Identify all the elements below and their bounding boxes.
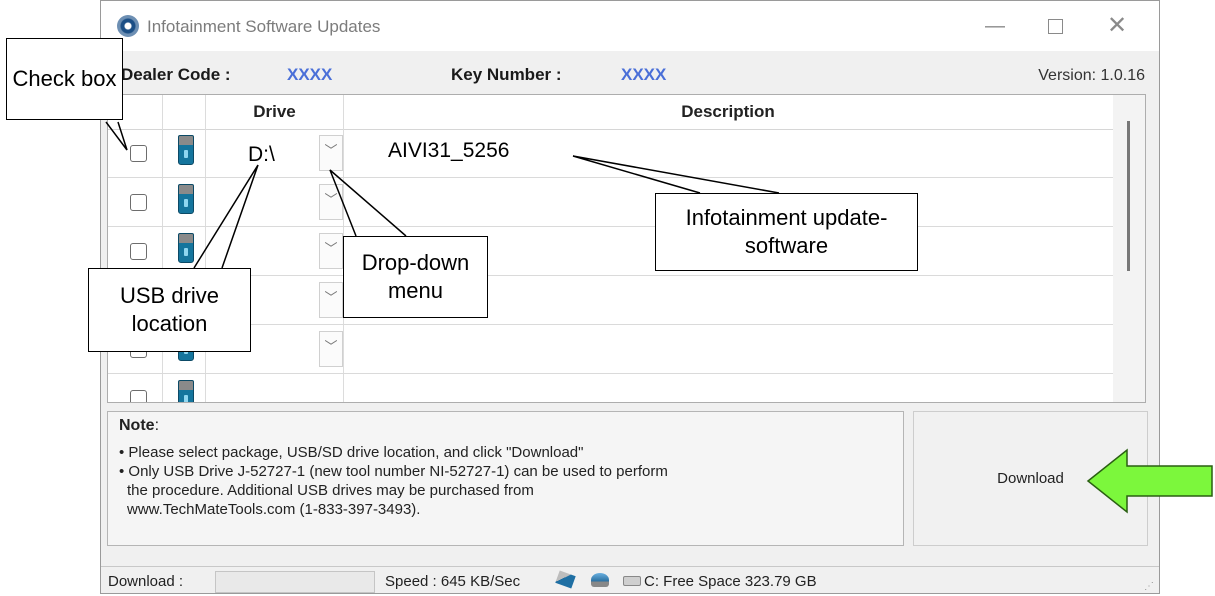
usb-drive-location-callout: USB drive location bbox=[88, 268, 251, 352]
drive-dropdown[interactable]: D:\ ﹀ bbox=[206, 133, 343, 173]
note-panel: Note: • Please select package, USB/SD dr… bbox=[107, 411, 904, 546]
usb-drive-icon bbox=[178, 233, 194, 263]
title-bar: Infotainment Software Updates — ✕ bbox=[101, 1, 1159, 51]
check-box-callout: Check box bbox=[6, 38, 123, 120]
dealer-code-value: XXXX bbox=[287, 65, 333, 84]
key-number-label: Key Number : bbox=[451, 65, 562, 84]
grid-header: Drive Description bbox=[108, 95, 1113, 130]
drive-dropdown[interactable]: ﹀ bbox=[206, 231, 343, 271]
info-bar: Dealer Code : XXXX Key Number : XXXX Ver… bbox=[101, 51, 1159, 95]
usb-drive-icon bbox=[178, 184, 194, 214]
table-row[interactable]: ﹀ bbox=[108, 227, 1113, 276]
table-row[interactable]: D:\ ﹀ AIVI31_5256 bbox=[108, 129, 1113, 178]
note-title: Note: bbox=[119, 417, 160, 434]
table-row[interactable]: ﹀ bbox=[108, 276, 1113, 325]
vertical-scrollbar[interactable] bbox=[1113, 95, 1145, 402]
scrollbar-thumb[interactable] bbox=[1127, 121, 1130, 271]
chevron-down-icon[interactable]: ﹀ bbox=[319, 135, 343, 171]
note-line: • Please select package, USB/SD drive lo… bbox=[119, 444, 584, 461]
row-checkbox[interactable] bbox=[130, 194, 147, 211]
status-bar: Download : Speed : 645 KB/Sec C: Free Sp… bbox=[101, 566, 1159, 596]
maximize-icon bbox=[1047, 19, 1063, 35]
description-column-header: Description bbox=[681, 102, 775, 121]
drive-value: D:\ bbox=[248, 143, 275, 166]
dealer-code-label: Dealer Code : bbox=[121, 65, 231, 84]
table-row[interactable] bbox=[108, 374, 1113, 402]
table-row[interactable]: ﹀ bbox=[108, 325, 1113, 374]
maximize-button[interactable] bbox=[1035, 11, 1075, 41]
row-checkbox[interactable] bbox=[130, 145, 147, 162]
package-grid: Drive Description D:\ ﹀ AIVI31_5256 ﹀ ﹀ … bbox=[107, 94, 1146, 403]
resize-grip-icon[interactable]: ⋰ bbox=[1144, 581, 1154, 592]
window-title: Infotainment Software Updates bbox=[147, 17, 381, 36]
download-progress-bar bbox=[215, 571, 375, 593]
chevron-down-icon[interactable]: ﹀ bbox=[319, 233, 343, 269]
row-checkbox[interactable] bbox=[130, 243, 147, 260]
drop-down-menu-callout: Drop-down menu bbox=[343, 236, 488, 318]
usb-drive-icon bbox=[178, 380, 194, 402]
version-label: Version: 1.0.16 bbox=[1038, 67, 1145, 84]
note-line: www.TechMateTools.com (1-833-397-3493). bbox=[127, 501, 421, 518]
disk-drive-icon bbox=[623, 576, 641, 586]
free-space-label: C: Free Space 323.79 GB bbox=[644, 573, 817, 590]
drive-dropdown[interactable]: ﹀ bbox=[206, 182, 343, 222]
description-value: AIVI31_5256 bbox=[388, 139, 510, 162]
row-checkbox[interactable] bbox=[130, 390, 147, 402]
usb-stick-icon bbox=[555, 570, 576, 589]
download-status-label: Download : bbox=[108, 573, 184, 590]
speed-label: Speed : 645 KB/Sec bbox=[385, 573, 521, 590]
chevron-down-icon[interactable]: ﹀ bbox=[319, 331, 343, 367]
download-button[interactable]: Download bbox=[913, 411, 1148, 546]
close-button[interactable]: ✕ bbox=[1097, 11, 1137, 41]
drive-column-header: Drive bbox=[253, 102, 296, 121]
app-icon bbox=[117, 15, 139, 37]
note-line: • Only USB Drive J-52727-1 (new tool num… bbox=[119, 463, 668, 480]
table-row[interactable]: ﹀ bbox=[108, 178, 1113, 227]
minimize-button[interactable]: — bbox=[975, 11, 1015, 41]
network-icon bbox=[591, 573, 609, 587]
note-line: the procedure. Additional USB drives may… bbox=[127, 482, 534, 499]
usb-drive-icon bbox=[178, 135, 194, 165]
chevron-down-icon[interactable]: ﹀ bbox=[319, 184, 343, 220]
key-number-value: XXXX bbox=[621, 65, 667, 84]
chevron-down-icon[interactable]: ﹀ bbox=[319, 282, 343, 318]
infotainment-software-callout: Infotainment update-software bbox=[655, 193, 918, 271]
app-window: Infotainment Software Updates — ✕ Dealer… bbox=[100, 0, 1160, 594]
